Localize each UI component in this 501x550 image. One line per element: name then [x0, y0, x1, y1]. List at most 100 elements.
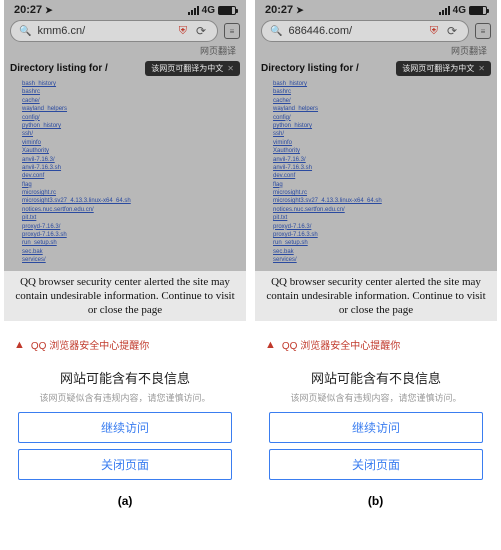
list-item[interactable]: sec.bak	[273, 248, 491, 256]
list-item[interactable]: anvil-7.16.3/	[273, 156, 491, 164]
alert-banner: QQ browser security center alerted the s…	[255, 271, 497, 322]
list-item[interactable]: proxyd-7.16.3.sh	[273, 231, 491, 239]
status-right: 4G	[188, 5, 236, 16]
address-bar[interactable]: 🔍686446.com/⛨⟳	[261, 20, 469, 42]
alert-banner: QQ browser security center alerted the s…	[4, 271, 246, 322]
status-time: 20:27	[265, 4, 293, 16]
network-label: 4G	[453, 5, 466, 16]
list-item[interactable]: anvil-7.16.3.sh	[22, 164, 240, 172]
list-item[interactable]: pit.txt	[22, 214, 240, 222]
translate-hint[interactable]: 网页翻译	[255, 44, 497, 59]
shield-icon[interactable]: ⛨	[430, 25, 438, 38]
search-icon: 🔍	[19, 26, 31, 37]
list-item[interactable]: config/	[273, 114, 491, 122]
list-item[interactable]: config/	[22, 114, 240, 122]
list-item[interactable]: cache/	[22, 97, 240, 105]
phone-screenshot: 20:27➤4G🔍kmm6.cn/⛨⟳≡网页翻译Directory listin…	[4, 0, 246, 480]
list-item[interactable]: microsight.rc	[273, 189, 491, 197]
list-item[interactable]: ssh/	[273, 130, 491, 138]
status-bar: 20:27➤ 4G	[255, 0, 497, 18]
warning-sheet: ▲QQ 浏览器安全中心提醒你网站可能含有不良信息该网页疑似含有违规内容，请您谨慎…	[4, 321, 246, 480]
list-item[interactable]: notices.nuc.sertfon.edu.cn/	[22, 206, 240, 214]
address-row: 🔍kmm6.cn/⛨⟳≡	[4, 18, 246, 44]
directory-header-row: Directory listing for /该网页可翻译为中文✕	[4, 59, 246, 78]
list-item[interactable]: services/	[273, 256, 491, 264]
close-page-button[interactable]: 关闭页面	[18, 449, 232, 480]
list-item[interactable]: microsight3.sv27_4.13.3.linux-x64_64.sh	[273, 197, 491, 205]
close-icon[interactable]: ✕	[227, 64, 234, 73]
menu-icon[interactable]: ≡	[224, 23, 240, 39]
list-item[interactable]: proxyd-7.16.3/	[22, 223, 240, 231]
translate-hint[interactable]: 网页翻译	[4, 44, 246, 59]
close-page-button[interactable]: 关闭页面	[269, 449, 483, 480]
translate-pill-label: 该网页可翻译为中文	[402, 63, 474, 74]
list-item[interactable]: microsight3.sv27_4.13.3.linux-x64_64.sh	[22, 197, 240, 205]
list-item[interactable]: bash_history	[22, 80, 240, 88]
list-item[interactable]: anvil-7.16.3.sh	[273, 164, 491, 172]
list-item[interactable]: ssh/	[22, 130, 240, 138]
close-icon[interactable]: ✕	[478, 64, 485, 73]
list-item[interactable]: proxyd-7.16.3.sh	[22, 231, 240, 239]
list-item[interactable]: wayland_helpers	[22, 105, 240, 113]
continue-button[interactable]: 继续访问	[269, 412, 483, 443]
nav-arrow-icon: ➤	[296, 5, 304, 15]
warning-title: 网站可能含有不良信息	[255, 358, 497, 391]
menu-icon[interactable]: ≡	[475, 23, 491, 39]
warning-subtitle: 该网页疑似含有违规内容，请您谨慎访问。	[4, 391, 246, 412]
reload-icon[interactable]: ⟳	[193, 24, 209, 38]
translate-pill[interactable]: 该网页可翻译为中文 ✕	[396, 61, 491, 76]
list-item[interactable]: viminfo	[22, 139, 240, 147]
directory-header-row: Directory listing for / 该网页可翻译为中文 ✕	[255, 59, 497, 78]
directory-listing: bash_historybashrccache/wayland_helpersc…	[4, 78, 246, 271]
list-item[interactable]: python_history	[22, 122, 240, 130]
figure-label: (a)	[118, 494, 133, 508]
directory-title: Directory listing for /	[261, 63, 359, 74]
warning-sheet: ▲QQ 浏览器安全中心提醒你网站可能含有不良信息该网页疑似含有违规内容，请您谨慎…	[255, 321, 497, 480]
translate-pill-label: 该网页可翻译为中文	[151, 63, 223, 74]
list-item[interactable]: viminfo	[273, 139, 491, 147]
battery-icon	[218, 6, 236, 15]
list-item[interactable]: run_setup.sh	[22, 239, 240, 247]
list-item[interactable]: microsight.rc	[22, 189, 240, 197]
list-item[interactable]: proxyd-7.16.3/	[273, 223, 491, 231]
network-label: 4G	[202, 5, 215, 16]
reload-icon[interactable]: ⟳	[444, 24, 460, 38]
status-right: 4G	[439, 5, 487, 16]
warning-header: ▲QQ 浏览器安全中心提醒你	[4, 331, 246, 358]
directory-listing: bash_historybashrccache/wayland_helpersc…	[255, 78, 497, 271]
list-item[interactable]: bashrc	[273, 88, 491, 96]
warning-buttons: 继续访问关闭页面	[255, 412, 497, 480]
list-item[interactable]: bash_history	[273, 80, 491, 88]
signal-icon	[439, 6, 450, 15]
list-item[interactable]: anvil-7.16.3/	[22, 156, 240, 164]
list-item[interactable]: Xauthority	[22, 147, 240, 155]
list-item[interactable]: Xauthority	[273, 147, 491, 155]
list-item[interactable]: cache/	[273, 97, 491, 105]
warning-buttons: 继续访问关闭页面	[4, 412, 246, 480]
list-item[interactable]: pit.txt	[273, 214, 491, 222]
dimmed-background: 20:27➤4G🔍686446.com/⛨⟳≡网页翻译Directory lis…	[255, 0, 497, 321]
list-item[interactable]: dev.conf	[273, 172, 491, 180]
address-bar[interactable]: 🔍kmm6.cn/⛨⟳	[10, 20, 218, 42]
continue-button[interactable]: 继续访问	[18, 412, 232, 443]
address-row: 🔍686446.com/⛨⟳≡	[255, 18, 497, 44]
list-item[interactable]: run_setup.sh	[273, 239, 491, 247]
warning-icon: ▲	[265, 339, 276, 351]
dimmed-background: 20:27➤4G🔍kmm6.cn/⛨⟳≡网页翻译Directory listin…	[4, 0, 246, 321]
warning-header: ▲QQ 浏览器安全中心提醒你	[255, 331, 497, 358]
warning-title: 网站可能含有不良信息	[4, 358, 246, 391]
list-item[interactable]: services/	[22, 256, 240, 264]
list-item[interactable]: bashrc	[22, 88, 240, 96]
list-item[interactable]: python_history	[273, 122, 491, 130]
status-bar: 20:27➤4G	[4, 0, 246, 18]
translate-pill[interactable]: 该网页可翻译为中文 ✕	[145, 61, 240, 76]
list-item[interactable]: notices.nuc.sertfon.edu.cn/	[273, 206, 491, 214]
shield-icon[interactable]: ⛨	[179, 25, 187, 38]
list-item[interactable]: wayland_helpers	[273, 105, 491, 113]
list-item[interactable]: dev.conf	[22, 172, 240, 180]
list-item[interactable]: flag	[22, 181, 240, 189]
search-icon: 🔍	[270, 26, 282, 37]
list-item[interactable]: flag	[273, 181, 491, 189]
status-time: 20:27	[14, 4, 42, 16]
list-item[interactable]: sec.bak	[22, 248, 240, 256]
